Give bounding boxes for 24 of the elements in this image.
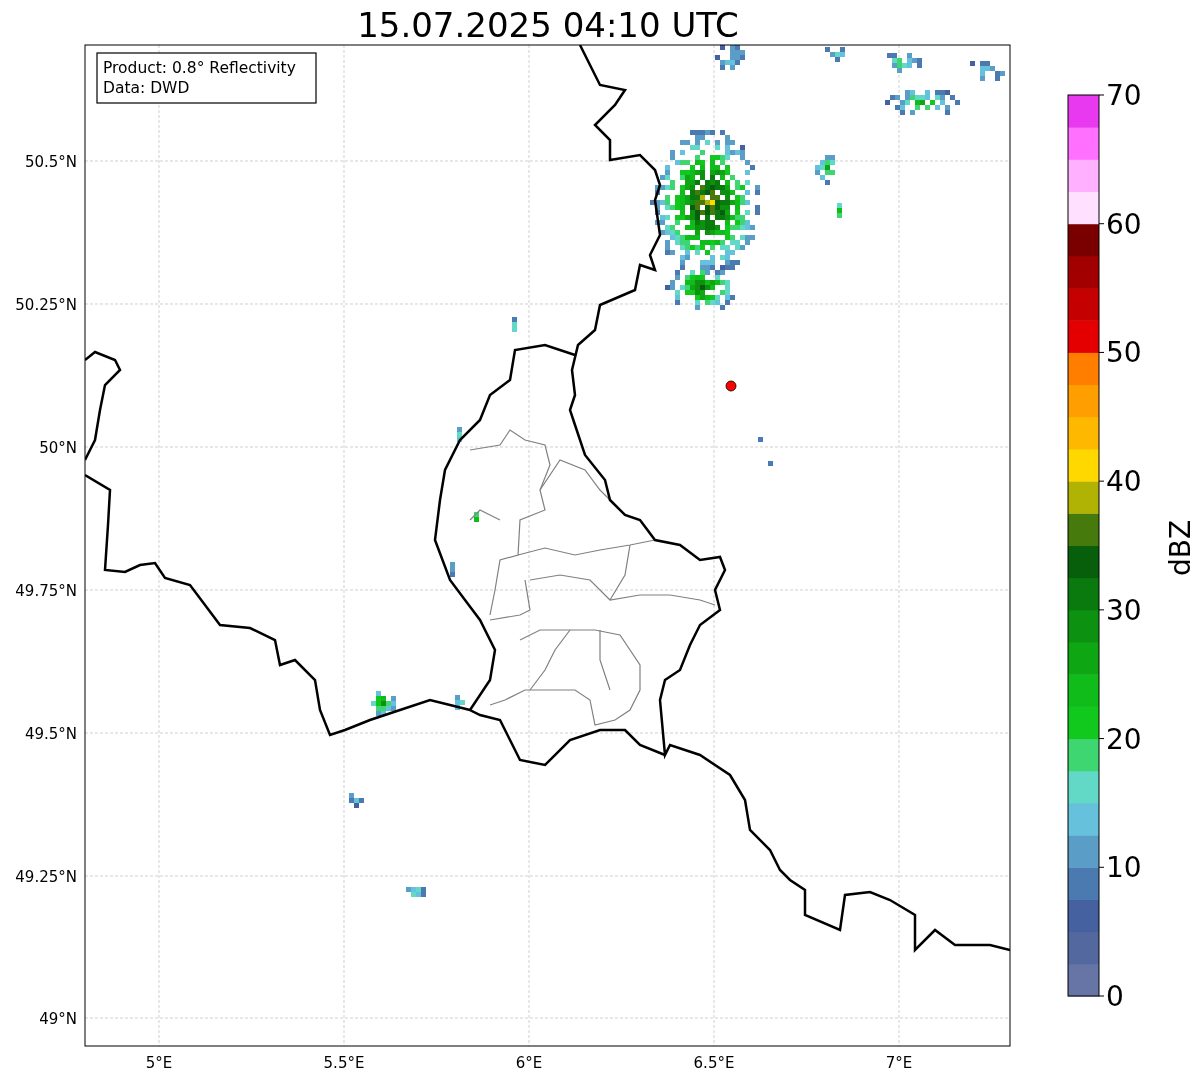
chart-title: 15.07.2025 04:10 UTC	[357, 5, 739, 45]
latitude-label: 49°N	[39, 1010, 77, 1028]
longitude-label: 5.5°E	[323, 1054, 365, 1072]
colorbar-label: dBZ	[1164, 519, 1197, 577]
longitude-label: 5°E	[145, 1054, 173, 1072]
colorbar-tick-label: 30	[1106, 593, 1142, 627]
colorbar-tick-label: 0	[1106, 980, 1124, 1013]
longitude-label: 6.5°E	[693, 1054, 735, 1072]
colorbar-tick-label: 70	[1106, 79, 1142, 112]
colorbar-tick-label: 10	[1106, 851, 1142, 885]
latitude-label: 50°N	[39, 439, 77, 457]
colorbar-tick-label: 20	[1106, 722, 1142, 756]
colorbar-tick-label: 50	[1106, 336, 1142, 370]
colorbar-tick-label: 40	[1106, 465, 1142, 499]
info-text: Product: 0.8° Reflectivity	[103, 59, 296, 77]
latitude-label: 49.25°N	[15, 868, 77, 886]
info-text: Data: DWD	[103, 79, 190, 97]
latitude-label: 49.5°N	[24, 725, 77, 743]
longitude-label: 6°E	[515, 1054, 543, 1072]
latitude-label: 50.5°N	[24, 153, 77, 171]
longitude-label: 7°E	[885, 1054, 913, 1072]
latitude-label: 49.75°N	[15, 582, 77, 600]
latitude-label: 50.25°N	[15, 296, 77, 314]
colorbar-tick-label: 60	[1106, 207, 1142, 241]
